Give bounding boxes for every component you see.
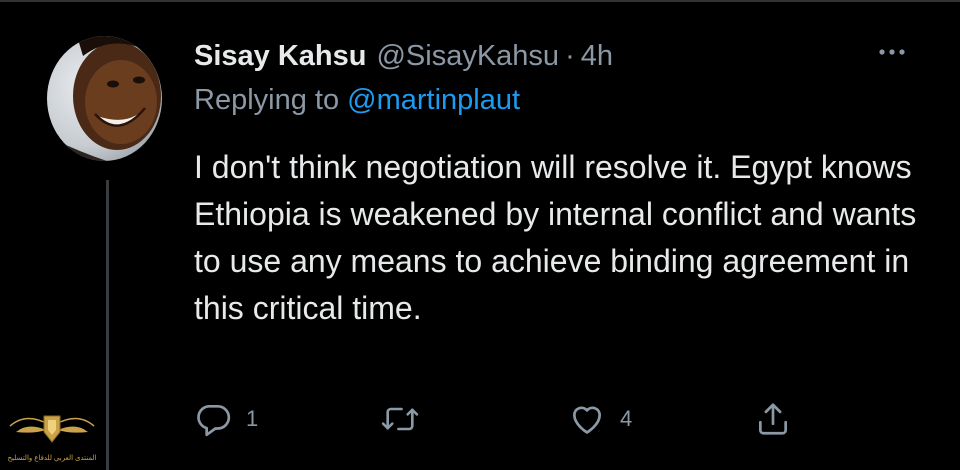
retweet-button[interactable] [380, 396, 434, 442]
share-icon [758, 403, 788, 435]
tweet-text: I don't think negotiation will resolve i… [194, 149, 917, 326]
watermark-emblem-icon [9, 415, 95, 443]
action-bar: 1 4 [0, 396, 960, 442]
reply-count: 1 [246, 406, 259, 431]
watermark-text: المنتدى العربي للدفاع والتسليح [7, 455, 97, 462]
tweet-header: Sisay Kahsu @SisayKahsu · 4h [194, 36, 613, 76]
like-button[interactable]: 4 [568, 396, 632, 442]
avatar[interactable] [47, 36, 162, 161]
author-name[interactable]: Sisay Kahsu [194, 40, 366, 73]
separator-dot: · [565, 39, 575, 72]
avatar-image [47, 36, 162, 161]
top-divider [0, 0, 960, 2]
timestamp[interactable]: 4h [581, 40, 613, 73]
replying-prefix: Replying to [194, 84, 340, 116]
like-count: 4 [620, 406, 633, 431]
heart-icon [572, 406, 602, 434]
author-handle[interactable]: @SisayKahsu [376, 40, 559, 73]
more-options-button[interactable] [872, 38, 912, 68]
watermark-logo: المنتدى العربي للدفاع والتسليح [6, 404, 98, 468]
replying-handle-link[interactable]: @martinplaut [347, 84, 520, 116]
retweet-icon [381, 407, 419, 431]
more-icon [879, 49, 905, 55]
share-button[interactable] [754, 396, 792, 442]
reply-icon [197, 404, 231, 437]
reply-button[interactable]: 1 [194, 396, 258, 442]
replying-to: Replying to @martinplaut [194, 84, 520, 117]
